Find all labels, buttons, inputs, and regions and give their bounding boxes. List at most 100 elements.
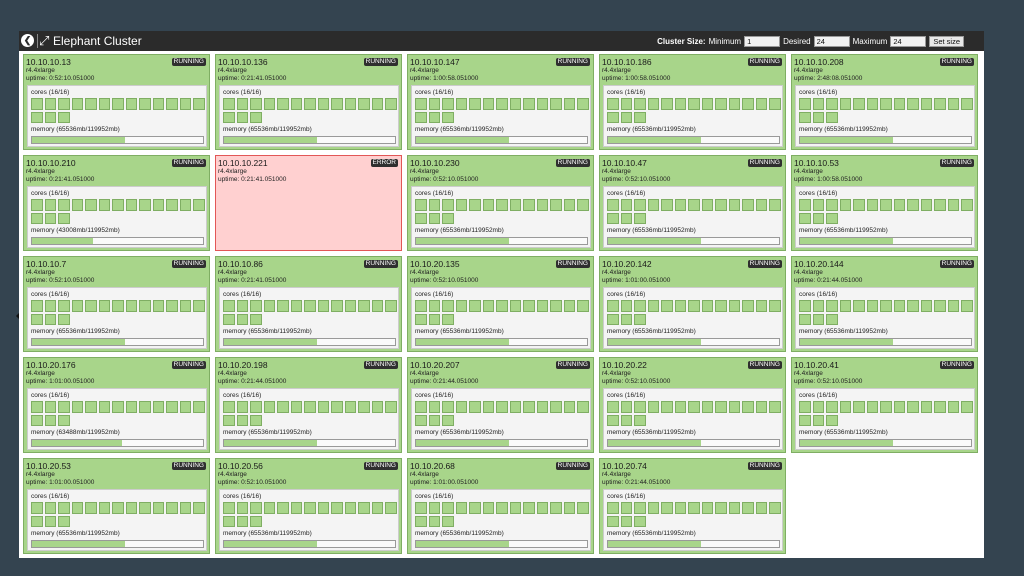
core-block <box>920 199 932 211</box>
core-block <box>536 98 548 110</box>
node-card[interactable]: 10.10.10.147 RUNNING r4.4xlarge uptime: 1:0… <box>407 54 594 150</box>
set-size-button[interactable]: Set size <box>929 35 964 47</box>
memory-label: memory (65536mb/119952mb) <box>607 530 696 537</box>
core-block <box>907 199 919 211</box>
node-ip: 10.10.20.207 <box>410 360 460 370</box>
core-block <box>166 300 178 312</box>
core-block <box>250 98 262 110</box>
node-card[interactable]: 10.10.20.198 RUNNING r4.4xlarge uptime: 0:2… <box>215 357 402 453</box>
cores-grid <box>31 98 207 123</box>
node-card[interactable]: 10.10.20.41 RUNNING r4.4xlarge uptime: 0:52… <box>791 357 978 453</box>
node-card[interactable]: 10.10.10.230 RUNNING r4.4xlarge uptime: 0:5… <box>407 155 594 251</box>
node-uptime: uptime: 0:21:44.051000 <box>410 378 479 385</box>
node-card[interactable]: 10.10.10.53 RUNNING r4.4xlarge uptime: 1:00… <box>791 155 978 251</box>
desired-input[interactable] <box>813 35 850 47</box>
memory-bar <box>799 237 972 245</box>
node-card[interactable]: 10.10.10.13 RUNNING r4.4xlarge uptime: 0:52… <box>23 54 210 150</box>
core-block <box>358 300 370 312</box>
memory-bar-fill <box>608 541 702 547</box>
core-block <box>415 414 427 426</box>
instance-type: r4.4xlarge <box>410 168 439 175</box>
core-block <box>607 502 619 514</box>
core-block <box>263 401 275 413</box>
node-card[interactable]: 10.10.10.208 RUNNING r4.4xlarge uptime: 2:4… <box>791 54 978 150</box>
memory-label: memory (65536mb/119952mb) <box>415 126 504 133</box>
core-block <box>442 111 454 123</box>
node-card[interactable]: 10.10.10.7 RUNNING r4.4xlarge uptime: 0:52:… <box>23 256 210 352</box>
core-block <box>317 98 329 110</box>
resource-panel: cores (16/16) memory (65536mb/119952mb) <box>27 85 207 147</box>
minimum-input[interactable] <box>744 35 781 47</box>
node-card[interactable]: 10.10.20.74 RUNNING r4.4xlarge uptime: 0:21… <box>599 458 786 554</box>
core-block <box>428 414 440 426</box>
node-card[interactable]: 10.10.10.47 RUNNING r4.4xlarge uptime: 0:52… <box>599 155 786 251</box>
cores-grid <box>31 300 207 325</box>
memory-label: memory (65536mb/119952mb) <box>31 328 120 335</box>
cores-label: cores (16/16) <box>415 493 454 500</box>
memory-label: memory (65536mb/119952mb) <box>223 328 312 335</box>
memory-bar-fill <box>800 238 894 244</box>
node-ip: 10.10.10.147 <box>410 57 460 67</box>
core-block <box>317 401 329 413</box>
node-card[interactable]: 10.10.10.86 RUNNING r4.4xlarge uptime: 0:21… <box>215 256 402 352</box>
core-block <box>223 98 235 110</box>
core-block <box>385 300 397 312</box>
core-block <box>415 300 427 312</box>
node-card[interactable]: 10.10.20.68 RUNNING r4.4xlarge uptime: 1:01… <box>407 458 594 554</box>
core-block <box>250 401 262 413</box>
node-card[interactable]: 10.10.10.221 ERROR r4.4xlarge uptime: 0:21:… <box>215 155 402 251</box>
maximum-input[interactable] <box>890 35 927 47</box>
node-card[interactable]: 10.10.10.186 RUNNING r4.4xlarge uptime: 1:0… <box>599 54 786 150</box>
node-card[interactable]: 10.10.20.207 RUNNING r4.4xlarge uptime: 0:2… <box>407 357 594 453</box>
core-block <box>166 502 178 514</box>
resource-panel: cores (16/16) memory (65536mb/119952mb) <box>411 85 591 147</box>
node-uptime: uptime: 1:01:00.051000 <box>602 277 671 284</box>
core-block <box>482 98 494 110</box>
core-block <box>920 98 932 110</box>
node-card[interactable]: 10.10.20.135 RUNNING r4.4xlarge uptime: 0:5… <box>407 256 594 352</box>
core-block <box>415 212 427 224</box>
expand-arrows-icon[interactable]: ⤢ <box>39 32 49 49</box>
core-block <box>31 313 43 325</box>
node-card[interactable]: 10.10.20.22 RUNNING r4.4xlarge uptime: 0:52… <box>599 357 786 453</box>
core-block <box>125 199 137 211</box>
node-card[interactable]: 10.10.20.56 RUNNING r4.4xlarge uptime: 0:52… <box>215 458 402 554</box>
core-block <box>358 401 370 413</box>
node-card[interactable]: 10.10.20.144 RUNNING r4.4xlarge uptime: 0:2… <box>791 256 978 352</box>
core-block <box>620 98 632 110</box>
core-block <box>509 300 521 312</box>
node-ip: 10.10.10.136 <box>218 57 268 67</box>
node-card[interactable]: 10.10.10.136 RUNNING r4.4xlarge uptime: 0:2… <box>215 54 402 150</box>
cores-grid <box>415 199 591 224</box>
core-block <box>799 111 811 123</box>
core-block <box>755 300 767 312</box>
core-block <box>634 98 646 110</box>
node-ip: 10.10.10.210 <box>26 158 76 168</box>
resource-panel: cores (16/16) memory (65536mb/119952mb) <box>219 388 399 450</box>
core-block <box>947 401 959 413</box>
core-block <box>634 502 646 514</box>
core-block <box>607 401 619 413</box>
core-block <box>839 401 851 413</box>
core-block <box>934 98 946 110</box>
core-block <box>509 199 521 211</box>
core-block <box>112 401 124 413</box>
core-block <box>563 401 575 413</box>
node-card[interactable]: 10.10.20.176 RUNNING r4.4xlarge uptime: 1:0… <box>23 357 210 453</box>
core-block <box>661 98 673 110</box>
core-block <box>428 502 440 514</box>
core-block <box>647 300 659 312</box>
node-card[interactable]: 10.10.20.142 RUNNING r4.4xlarge uptime: 1:0… <box>599 256 786 352</box>
cores-label: cores (16/16) <box>31 392 70 399</box>
core-block <box>496 401 508 413</box>
instance-type: r4.4xlarge <box>602 269 631 276</box>
back-arrow-circle-icon[interactable]: ❮ <box>21 34 34 47</box>
core-block <box>701 98 713 110</box>
node-ip: 10.10.10.47 <box>602 158 647 168</box>
node-card[interactable]: 10.10.10.210 RUNNING r4.4xlarge uptime: 0:2… <box>23 155 210 251</box>
core-block <box>496 300 508 312</box>
core-block <box>634 313 646 325</box>
node-card[interactable]: 10.10.20.53 RUNNING r4.4xlarge uptime: 1:01… <box>23 458 210 554</box>
status-badge: RUNNING <box>363 462 398 470</box>
instance-type: r4.4xlarge <box>794 370 823 377</box>
